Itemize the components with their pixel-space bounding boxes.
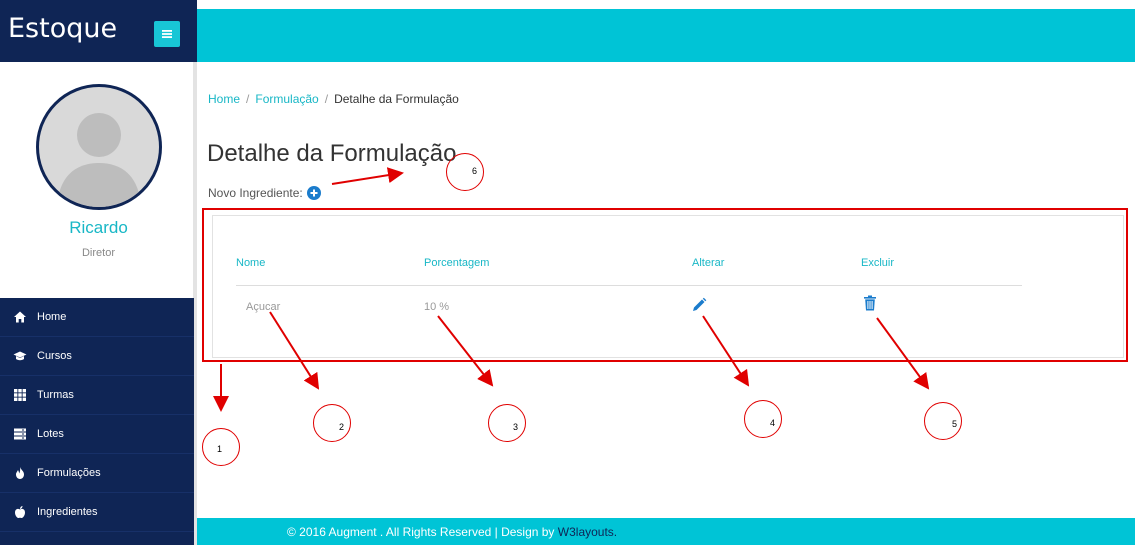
annotation-circle-1: 1 bbox=[202, 428, 240, 466]
brand-header: Estoque bbox=[0, 0, 197, 62]
annotation-circle-6: 6 bbox=[446, 153, 484, 191]
sidebar-item-label: Turmas bbox=[37, 389, 74, 401]
annotation-circle-5: 5 bbox=[924, 402, 962, 440]
profile-role: Diretor bbox=[81, 247, 115, 259]
footer: © 2016 Augment . All Rights Reserved | D… bbox=[197, 518, 1135, 545]
home-icon bbox=[14, 311, 26, 323]
annotation-number: 3 bbox=[513, 422, 519, 432]
profile-name: Ricardo bbox=[69, 218, 128, 237]
graduation-cap-icon bbox=[13, 351, 27, 361]
fire-icon bbox=[16, 467, 24, 479]
footer-copyright: © 2016 Augment . All Rights Reserved | D… bbox=[287, 525, 558, 539]
new-ingredient-label: Novo Ingrediente: bbox=[208, 186, 303, 200]
sidebar-item-label: Home bbox=[37, 311, 67, 323]
add-ingredient-button[interactable] bbox=[306, 186, 321, 200]
breadcrumb-separator: / bbox=[324, 92, 329, 106]
breadcrumb-current: Detalhe da Formulação bbox=[334, 92, 459, 106]
server-icon bbox=[14, 428, 26, 440]
sidebar-item-label: Ingredientes bbox=[37, 506, 98, 518]
annotation-number: 4 bbox=[770, 418, 776, 428]
user-silhouette-icon bbox=[57, 113, 141, 207]
annotation-number: 2 bbox=[339, 422, 345, 432]
menu-toggle-button[interactable] bbox=[154, 21, 180, 47]
footer-designer-link[interactable]: W3layouts. bbox=[558, 525, 617, 539]
annotation-circle-2: 2 bbox=[313, 404, 351, 442]
apple-icon bbox=[15, 506, 25, 518]
breadcrumb-separator: / bbox=[246, 92, 250, 106]
sidebar-nav: Home Cursos Turmas Lotes Formulações Ing… bbox=[0, 298, 194, 545]
arrow-6 bbox=[331, 167, 404, 185]
sidebar: Estoque Ricardo Diretor Home Cursos Turm… bbox=[0, 0, 197, 545]
sidebar-item-cursos[interactable]: Cursos bbox=[0, 337, 194, 376]
footer-text: © 2016 Augment . All Rights Reserved | D… bbox=[287, 525, 617, 539]
annotation-number: 6 bbox=[472, 166, 478, 176]
annotation-highlight-box bbox=[202, 208, 1128, 362]
annotation-number: 5 bbox=[952, 419, 958, 429]
annotation-number: 1 bbox=[217, 444, 223, 454]
sidebar-item-lotes[interactable]: Lotes bbox=[0, 415, 194, 454]
breadcrumb-formulacao-link[interactable]: Formulação bbox=[255, 92, 318, 106]
sidebar-item-turmas[interactable]: Turmas bbox=[0, 376, 194, 415]
top-bar bbox=[197, 9, 1135, 62]
sidebar-item-home[interactable]: Home bbox=[0, 298, 194, 337]
plus-circle-icon bbox=[310, 189, 318, 197]
breadcrumb: Home / Formulação / Detalhe da Formulação bbox=[208, 92, 459, 106]
breadcrumb-home-link[interactable]: Home bbox=[208, 92, 240, 106]
new-ingredient-row: Novo Ingrediente: bbox=[208, 186, 321, 200]
sidebar-item-label: Lotes bbox=[37, 428, 64, 440]
grid-icon bbox=[14, 389, 26, 401]
app-title: Estoque bbox=[8, 13, 118, 44]
sidebar-item-ingredientes[interactable]: Ingredientes bbox=[0, 493, 194, 532]
sidebar-item-label: Formulações bbox=[37, 467, 101, 479]
annotation-circle-4: 4 bbox=[744, 400, 782, 438]
sidebar-item-formulacoes[interactable]: Formulações bbox=[0, 454, 194, 493]
hamburger-icon bbox=[162, 30, 172, 38]
page-title: Detalhe da Formulação bbox=[207, 140, 457, 167]
avatar bbox=[36, 84, 162, 210]
annotation-circle-3: 3 bbox=[488, 404, 526, 442]
sidebar-item-label: Cursos bbox=[37, 350, 72, 362]
